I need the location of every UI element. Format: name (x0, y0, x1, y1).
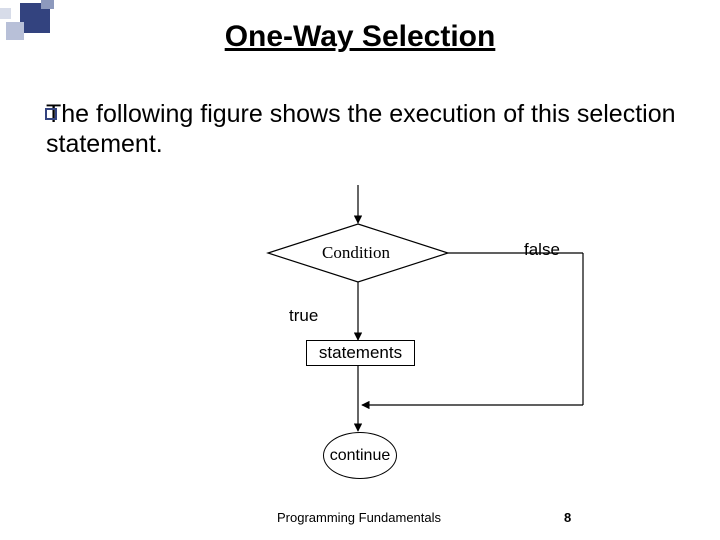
page-number: 8 (564, 510, 571, 525)
false-label: false (524, 240, 560, 260)
footer-text: Programming Fundamentals (277, 510, 441, 525)
continue-node: continue (323, 432, 397, 479)
true-label: true (289, 306, 318, 326)
slide: One-Way Selection The following figure s… (0, 0, 720, 540)
statements-box: statements (306, 340, 415, 366)
condition-label: Condition (322, 243, 390, 263)
